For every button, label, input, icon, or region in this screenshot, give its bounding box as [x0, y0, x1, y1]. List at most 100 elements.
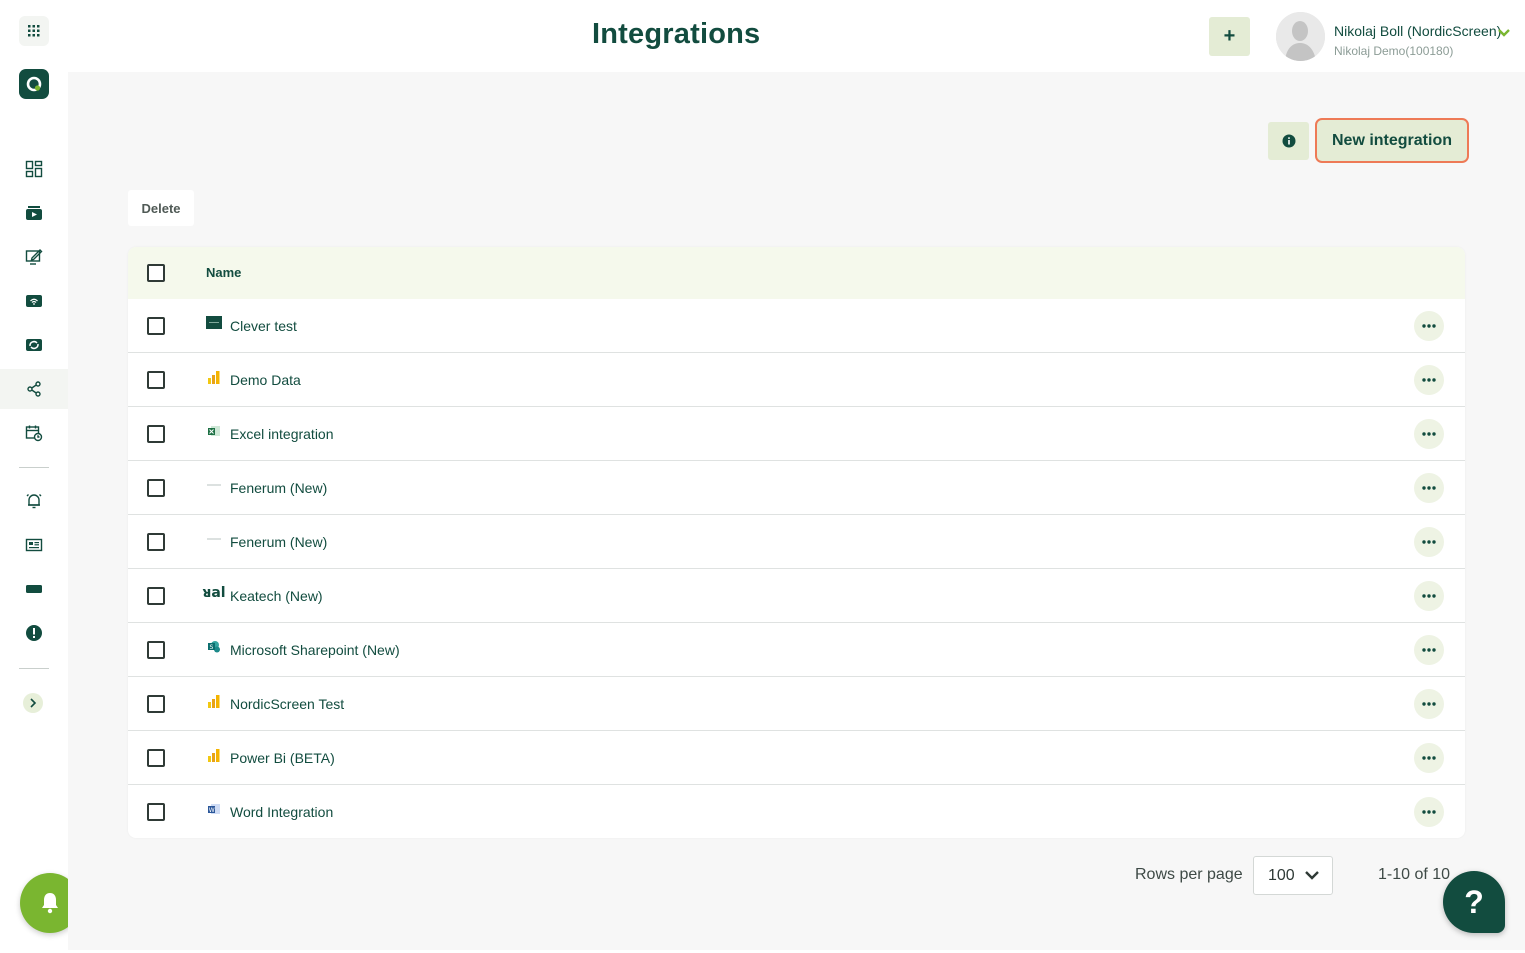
new-integration-button[interactable]: New integration [1315, 118, 1469, 163]
row-checkbox[interactable] [147, 479, 165, 497]
table-row[interactable]: ᴚal Keatech (New) [128, 569, 1465, 623]
row-more-button[interactable] [1414, 689, 1444, 719]
user-name[interactable]: Nikolaj Boll (NordicScreen) [1334, 23, 1501, 39]
column-header-name[interactable]: Name [206, 265, 241, 280]
sharepoint-icon: S [206, 640, 222, 654]
sidebar-item-alerts[interactable] [0, 613, 68, 653]
table-row[interactable]: Demo Data [128, 353, 1465, 407]
row-checkbox[interactable] [147, 587, 165, 605]
row-checkbox[interactable] [147, 425, 165, 443]
row-more-button[interactable] [1414, 797, 1444, 827]
ticker-icon [26, 585, 42, 593]
schedule-icon [25, 425, 43, 442]
sidebar-item-playlists[interactable] [0, 325, 68, 365]
dashboard-icon [25, 160, 43, 178]
more-horizontal-icon [1422, 378, 1436, 382]
sidebar-expand-button[interactable] [23, 693, 43, 713]
integration-name[interactable]: Clever test [230, 318, 297, 334]
integration-name[interactable]: Keatech (New) [230, 588, 323, 604]
sidebar-item-screens[interactable] [0, 281, 68, 321]
table-row[interactable]: S Microsoft Sharepoint (New) [128, 623, 1465, 677]
row-checkbox[interactable] [147, 317, 165, 335]
brand-logo[interactable] [19, 69, 49, 99]
svg-text:W: W [209, 807, 215, 814]
more-horizontal-icon [1422, 486, 1436, 490]
row-checkbox[interactable] [147, 371, 165, 389]
more-horizontal-icon [1422, 810, 1436, 814]
integration-name[interactable]: Power Bi (BETA) [230, 750, 335, 766]
row-more-button[interactable] [1414, 581, 1444, 611]
chevron-down-icon [1305, 871, 1319, 880]
word-icon: W [206, 802, 222, 816]
sidebar-divider [19, 467, 49, 468]
sidebar [0, 0, 80, 953]
integration-name[interactable]: Excel integration [230, 426, 334, 442]
add-button[interactable]: + [1209, 17, 1250, 56]
more-horizontal-icon [1422, 540, 1436, 544]
top-header: Integrations + Nikolaj Boll (NordicScree… [68, 0, 1525, 72]
row-checkbox[interactable] [147, 749, 165, 767]
alarm-icon [26, 494, 42, 509]
sidebar-item-editor[interactable] [0, 237, 68, 277]
clever-icon [206, 316, 222, 330]
info-button[interactable] [1268, 122, 1309, 160]
select-all-checkbox[interactable] [147, 264, 165, 282]
table-row[interactable]: NordicScreen Test [128, 677, 1465, 731]
sidebar-item-integrations[interactable] [0, 369, 68, 409]
bell-icon [42, 893, 58, 914]
table-body: Clever test Demo Data Excel integration Fen… [128, 299, 1465, 838]
alert-icon [26, 625, 42, 641]
keatech-logo-text: ᴚal [202, 585, 226, 601]
row-checkbox[interactable] [147, 533, 165, 551]
more-horizontal-icon [1422, 756, 1436, 760]
integration-name[interactable]: Demo Data [230, 372, 301, 388]
rows-per-page-select[interactable]: 100 [1253, 856, 1333, 895]
table-row[interactable]: Fenerum (New) [128, 515, 1465, 569]
row-more-button[interactable] [1414, 473, 1444, 503]
chevron-down-icon[interactable] [1497, 28, 1511, 38]
row-checkbox[interactable] [147, 641, 165, 659]
sidebar-item-dashboard[interactable] [0, 149, 68, 189]
excel-icon [206, 424, 222, 438]
help-button[interactable]: ? [1443, 871, 1505, 933]
integration-name[interactable]: NordicScreen Test [230, 696, 344, 712]
row-more-button[interactable] [1414, 365, 1444, 395]
row-checkbox[interactable] [147, 695, 165, 713]
fenerum-icon [206, 532, 222, 546]
svg-text:S: S [210, 644, 214, 651]
delete-button[interactable]: Delete [128, 190, 194, 226]
integrations-icon [27, 381, 41, 397]
sidebar-item-media[interactable] [0, 193, 68, 233]
sidebar-item-alarms[interactable] [0, 481, 68, 521]
sidebar-item-news[interactable] [0, 525, 68, 565]
edit-screen-icon [25, 249, 43, 265]
row-more-button[interactable] [1414, 743, 1444, 773]
sidebar-divider [19, 668, 49, 669]
row-more-button[interactable] [1414, 419, 1444, 449]
sidebar-item-ticker[interactable] [0, 569, 68, 609]
table-row[interactable]: Excel integration [128, 407, 1465, 461]
integration-name[interactable]: Fenerum (New) [230, 480, 327, 496]
table-row[interactable]: W Word Integration [128, 785, 1465, 838]
more-horizontal-icon [1422, 324, 1436, 328]
row-more-button[interactable] [1414, 635, 1444, 665]
table-row[interactable]: Clever test [128, 299, 1465, 353]
chevron-right-icon [30, 698, 37, 708]
new-integration-label: New integration [1331, 131, 1452, 149]
row-more-button[interactable] [1414, 527, 1444, 557]
row-more-button[interactable] [1414, 311, 1444, 341]
integration-name[interactable]: Fenerum (New) [230, 534, 327, 550]
pagination-range: 1-10 of 10 [1378, 866, 1451, 883]
media-icon [26, 206, 42, 220]
integration-name[interactable]: Word Integration [230, 804, 333, 820]
screens-icon [26, 295, 42, 307]
user-organization: Nikolaj Demo(100180) [1334, 44, 1454, 58]
sidebar-item-schedule[interactable] [0, 413, 68, 453]
apps-grid-icon[interactable] [19, 16, 49, 46]
row-checkbox[interactable] [147, 803, 165, 821]
table-row[interactable]: Fenerum (New) [128, 461, 1465, 515]
table-row[interactable]: Power Bi (BETA) [128, 731, 1465, 785]
powerbi-icon [206, 694, 222, 708]
avatar[interactable] [1276, 12, 1325, 61]
integration-name[interactable]: Microsoft Sharepoint (New) [230, 642, 400, 658]
